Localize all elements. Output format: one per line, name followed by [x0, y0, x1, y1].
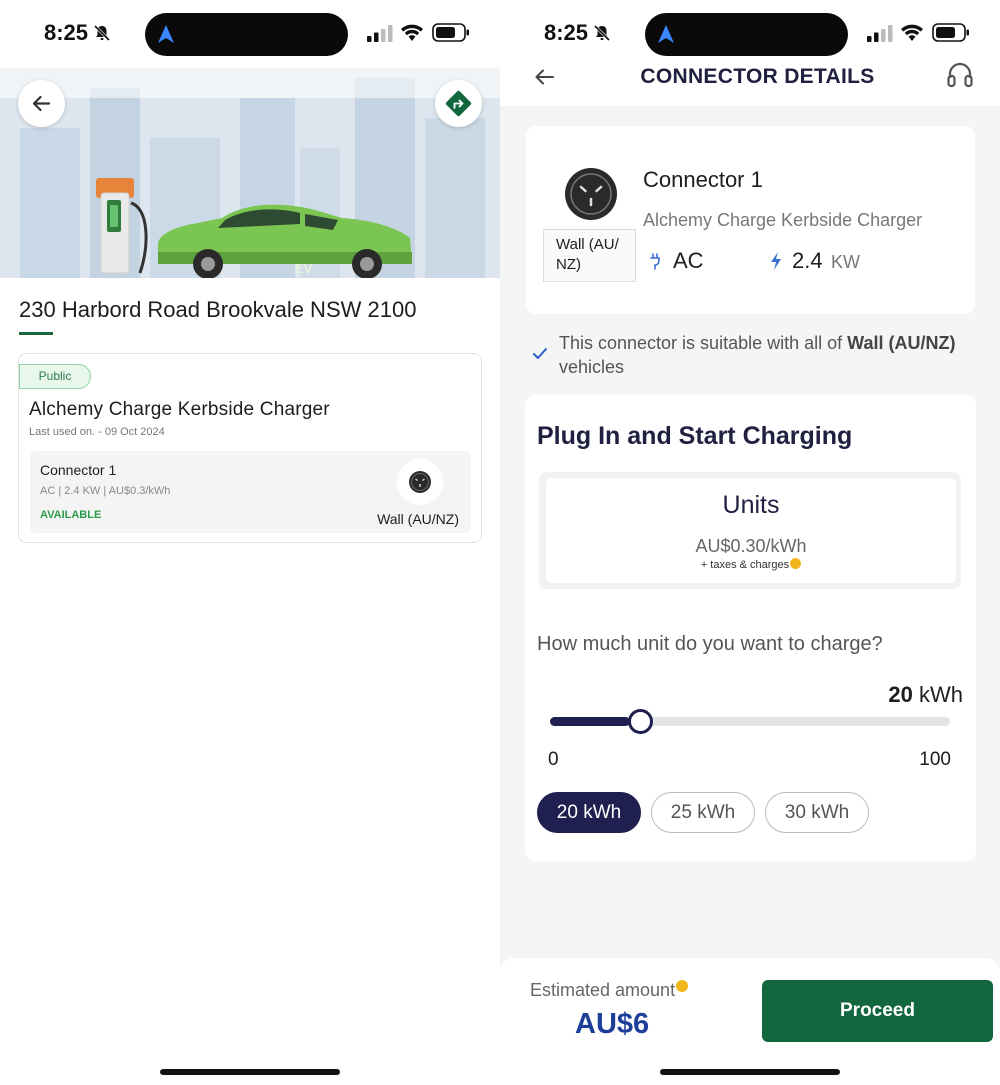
public-badge: Public: [19, 364, 91, 389]
status-bar: 8:25: [0, 0, 500, 68]
last-used-date: Last used on. - 09 Oct 2024: [29, 426, 165, 438]
station-hero-image: EV: [0, 68, 500, 278]
home-indicator: [660, 1069, 840, 1075]
selected-amount-unit: kWh: [919, 682, 963, 707]
bolt-icon: [771, 252, 781, 270]
back-button[interactable]: [18, 80, 65, 127]
units-title: Units: [722, 491, 780, 519]
connector-type-line2: NZ): [556, 256, 581, 273]
connector-meta: AC | 2.4 KW | AU$0.3/kWh: [40, 485, 171, 497]
ev-car-label: EV: [295, 261, 313, 276]
preset-chip-20kwh[interactable]: 20 kWh: [537, 792, 641, 833]
units-price: AU$0.30/kWh: [695, 536, 807, 556]
slider-max-label: 100: [919, 749, 951, 770]
slider-thumb[interactable]: [628, 709, 653, 734]
compatibility-note: This connector is suitable with all of W…: [532, 331, 982, 379]
connector-card: Wall (AU/ NZ) Connector 1 Alchemy Charge…: [526, 126, 975, 314]
charge-slider[interactable]: [550, 709, 950, 734]
dynamic-island: [145, 13, 348, 56]
preset-chip-25kwh[interactable]: 25 kWh: [651, 792, 755, 833]
connector-station-name: Alchemy Charge Kerbside Charger: [643, 210, 923, 230]
status-time: 8:25: [44, 20, 89, 45]
estimated-amount-label: Estimated amount: [530, 980, 676, 1000]
wifi-icon: [401, 24, 423, 41]
plug-type: Wall (AU/NZ): [377, 511, 459, 527]
units-taxes: + taxes & charges: [700, 559, 790, 571]
address-underline: [19, 332, 53, 335]
battery-icon: [932, 23, 969, 42]
dynamic-island: [645, 13, 848, 56]
info-icon[interactable]: [790, 558, 802, 569]
page-header: CONNECTOR DETAILS: [500, 62, 1000, 106]
status-bar: 8:25: [500, 0, 1000, 68]
compat-suffix: vehicles: [559, 357, 625, 377]
ac-plug-icon: [650, 253, 660, 270]
connector-type-line1: Wall (AU/: [556, 236, 619, 253]
info-icon[interactable]: [676, 980, 689, 992]
wifi-icon: [901, 24, 923, 41]
back-arrow-icon: [32, 95, 51, 112]
compat-prefix: This connector is suitable with all of: [559, 333, 848, 353]
station-details-screen: 8:25 EV 230 Harbord Road Brookvale NSW 2…: [0, 0, 500, 1085]
slider-min-label: 0: [548, 749, 559, 770]
slider-fill: [550, 717, 630, 726]
station-address: 230 Harbord Road Brookvale NSW 2100: [19, 297, 417, 322]
socket-icon: [565, 168, 617, 220]
checkout-footer: Estimated amount AU$6 Proceed: [500, 958, 1000, 1085]
power-value: 2.4: [792, 248, 823, 273]
current-type: AC: [673, 248, 704, 273]
units-option[interactable]: Units AU$0.30/kWh + taxes & charges: [539, 472, 961, 589]
proceed-button[interactable]: Proceed: [762, 980, 993, 1042]
navigation-arrow-icon: [158, 25, 174, 43]
selected-amount: 20 kWh: [888, 682, 963, 708]
check-icon: [533, 348, 547, 359]
bell-slash-icon: [93, 24, 111, 42]
directions-button[interactable]: [435, 80, 482, 127]
plug-thumbnail: [397, 459, 443, 505]
signal-icon: [367, 25, 393, 42]
power-unit: KW: [831, 252, 860, 272]
selected-amount-value: 20: [888, 682, 913, 707]
charge-amount-question: How much unit do you want to charge?: [537, 633, 883, 655]
connector-type-label: Wall (AU/ NZ): [543, 229, 636, 282]
signal-icon: [867, 25, 893, 42]
estimated-amount-value: AU$6: [575, 1008, 650, 1040]
station-card[interactable]: Public Alchemy Charge Kerbside Charger L…: [18, 353, 482, 543]
home-indicator: [160, 1069, 340, 1075]
headset-icon[interactable]: [947, 62, 973, 90]
connector-details-screen: 8:25 CONNECTOR DETAILS Wall (AU/ NZ) Con…: [500, 0, 1000, 1085]
battery-icon: [432, 23, 469, 42]
navigation-arrow-icon: [658, 25, 674, 43]
compat-connector-type: Wall (AU/NZ): [847, 333, 956, 353]
charging-heading: Plug In and Start Charging: [537, 422, 853, 450]
connector-list-item[interactable]: Connector 1 AC | 2.4 KW | AU$0.3/kWh AVA…: [30, 451, 471, 533]
station-name: Alchemy Charge Kerbside Charger: [29, 399, 330, 420]
preset-chip-30kwh[interactable]: 30 kWh: [765, 792, 869, 833]
status-time: 8:25: [544, 20, 589, 45]
bell-slash-icon: [593, 24, 611, 42]
directions-icon: [445, 90, 472, 117]
connector-title: Connector 1: [40, 462, 117, 478]
ev-charging-illustration: EV: [0, 68, 500, 278]
socket-icon: [409, 471, 431, 493]
charging-card: Plug In and Start Charging Units AU$0.30…: [525, 395, 976, 861]
page-title: CONNECTOR DETAILS: [640, 65, 875, 88]
connector-name: Connector 1: [643, 167, 763, 192]
connector-status: AVAILABLE: [40, 509, 102, 521]
